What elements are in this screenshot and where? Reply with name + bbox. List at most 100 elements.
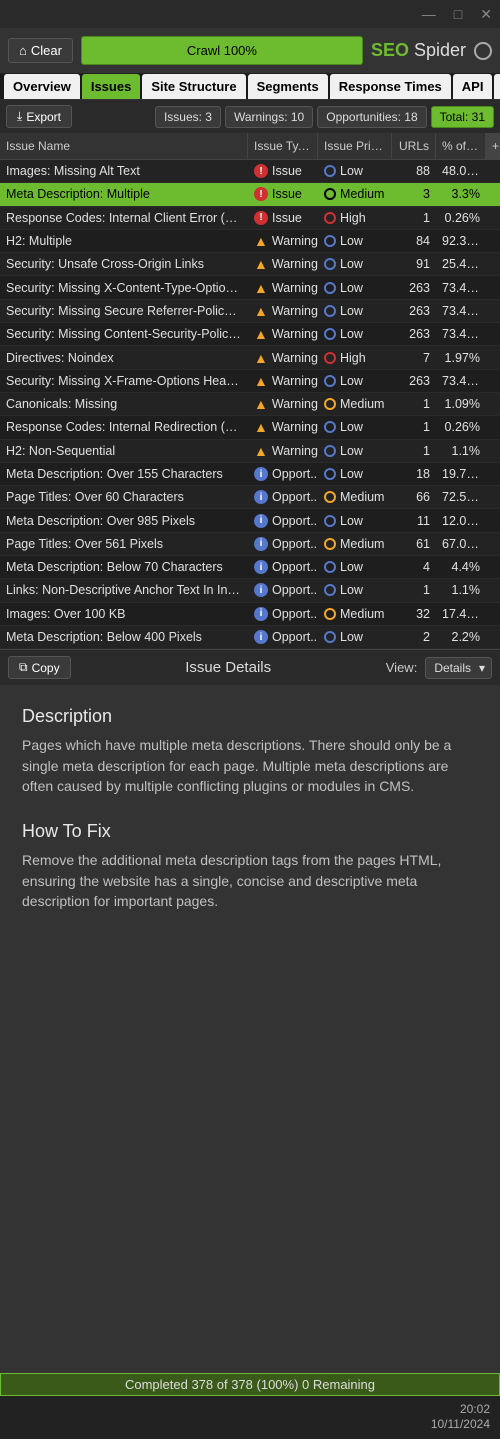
col-issue-priority[interactable]: Issue Prio... <box>318 133 392 159</box>
opportunity-icon: i <box>254 583 268 597</box>
copy-button[interactable]: ⧉ Copy <box>8 656 71 679</box>
table-row[interactable]: Security: Missing Content-Security-Polic… <box>0 323 500 346</box>
cell-priority: Medium <box>318 397 392 411</box>
table-row[interactable]: H2: Non-Sequential▲WarningLow11.1% <box>0 440 500 463</box>
issues-table: Issue Name Issue Ty... ▲ Issue Prio... U… <box>0 133 500 649</box>
howtofix-text: Remove the additional meta description t… <box>22 850 478 911</box>
cell-type: !Issue <box>248 164 318 178</box>
total-count-pill[interactable]: Total: 31 <box>431 106 494 128</box>
table-row[interactable]: Images: Missing Alt Text!IssueLow8848.09… <box>0 160 500 183</box>
tab-api[interactable]: API <box>453 74 493 99</box>
cell-type: !Issue <box>248 187 318 201</box>
opportunity-icon: i <box>254 560 268 574</box>
table-row[interactable]: Page Titles: Over 561 PixelsiOpport...Me… <box>0 533 500 556</box>
maximize-button[interactable]: □ <box>454 6 462 22</box>
cell-urls: 61 <box>392 537 436 551</box>
sync-icon[interactable] <box>474 42 492 60</box>
cell-type: iOpport... <box>248 514 318 528</box>
table-row[interactable]: Security: Unsafe Cross-Origin Links▲Warn… <box>0 253 500 276</box>
howtofix-heading: How To Fix <box>22 818 478 844</box>
clear-icon: ⌂ <box>19 43 27 58</box>
cell-percent: 92.31% <box>436 234 486 248</box>
close-button[interactable]: ✕ <box>480 6 492 23</box>
cell-type: ▲Warning <box>248 443 318 459</box>
opportunities-count-pill[interactable]: Opportunities: 18 <box>317 106 426 128</box>
cell-percent: 3.3% <box>436 187 486 201</box>
table-row[interactable]: Meta Description: Over 155 CharactersiOp… <box>0 463 500 486</box>
cell-priority: Low <box>318 234 392 248</box>
priority-icon <box>324 445 336 457</box>
table-row[interactable]: Response Codes: Internal Redirection (3x… <box>0 416 500 439</box>
cell-priority: Low <box>318 374 392 388</box>
cell-type: iOpport... <box>248 583 318 597</box>
cell-type: ▲Warning <box>248 350 318 366</box>
export-icon: ⤓ <box>17 109 22 124</box>
cell-type: iOpport... <box>248 490 318 504</box>
table-row[interactable]: Directives: Noindex▲WarningHigh71.97% <box>0 346 500 369</box>
clear-button[interactable]: ⌂ Clear <box>8 38 73 63</box>
priority-icon <box>324 165 336 177</box>
table-row[interactable]: Links: Non-Descriptive Anchor Text In In… <box>0 579 500 602</box>
opportunity-icon: i <box>254 630 268 644</box>
table-row[interactable]: Meta Description: Over 985 PixelsiOpport… <box>0 509 500 532</box>
cell-name: Response Codes: Internal Redirection (3x… <box>0 420 248 434</box>
cell-type: ▲Warning <box>248 326 318 342</box>
table-row[interactable]: Response Codes: Internal Client Error (4… <box>0 207 500 230</box>
table-row[interactable]: Meta Description: Below 400 PixelsiOppor… <box>0 626 500 649</box>
col-percent[interactable]: % of ... <box>436 133 486 159</box>
cell-name: H2: Multiple <box>0 234 248 248</box>
priority-icon <box>324 235 336 247</box>
cell-urls: 1 <box>392 397 436 411</box>
table-row[interactable]: Canonicals: Missing▲WarningMedium11.09% <box>0 393 500 416</box>
priority-icon <box>324 491 336 503</box>
table-row[interactable]: Images: Over 100 KBiOpport...Medium3217.… <box>0 603 500 626</box>
priority-icon <box>324 538 336 550</box>
crawl-button[interactable]: Crawl 100% <box>81 36 363 65</box>
tab-overview[interactable]: Overview <box>4 74 80 99</box>
view-select[interactable]: Details ▾ <box>425 657 492 679</box>
table-row[interactable]: Security: Missing X-Content-Type-Options… <box>0 276 500 299</box>
cell-percent: 67.03% <box>436 537 486 551</box>
chevron-down-icon: ▾ <box>479 661 485 675</box>
cell-percent: 48.09% <box>436 164 486 178</box>
priority-icon <box>324 375 336 387</box>
clear-label: Clear <box>31 43 62 58</box>
col-issue-name[interactable]: Issue Name <box>0 133 248 159</box>
cell-priority: Low <box>318 281 392 295</box>
warnings-count-pill[interactable]: Warnings: 10 <box>225 106 313 128</box>
cell-name: Page Titles: Over 561 Pixels <box>0 537 248 551</box>
cell-name: Response Codes: Internal Client Error (4… <box>0 211 248 225</box>
cell-type: ▲Warning <box>248 256 318 272</box>
table-row[interactable]: Meta Description: Multiple!IssueMedium33… <box>0 183 500 206</box>
priority-icon <box>324 398 336 410</box>
cell-priority: High <box>318 211 392 225</box>
cell-percent: 1.1% <box>436 583 486 597</box>
table-row[interactable]: H2: Multiple▲WarningLow8492.31% <box>0 230 500 253</box>
tab-site-structure[interactable]: Site Structure <box>142 74 245 99</box>
cell-name: Security: Missing X-Content-Type-Options… <box>0 281 248 295</box>
warning-icon: ▲ <box>254 233 268 249</box>
tab-issues[interactable]: Issues <box>82 74 140 99</box>
window-titlebar: — □ ✕ <box>0 0 500 28</box>
table-row[interactable]: Security: Missing Secure Referrer-Policy… <box>0 300 500 323</box>
minimize-button[interactable]: — <box>422 6 436 22</box>
cell-priority: Medium <box>318 490 392 504</box>
export-button[interactable]: ⤓ Export <box>6 105 72 128</box>
table-row[interactable]: Page Titles: Over 60 CharactersiOpport..… <box>0 486 500 509</box>
warning-icon: ▲ <box>254 373 268 389</box>
cell-priority: Low <box>318 560 392 574</box>
tab-spelling-g[interactable]: Spelling & G <box>494 74 500 99</box>
cell-name: Meta Description: Below 400 Pixels <box>0 630 248 644</box>
tab-response-times[interactable]: Response Times <box>330 74 451 99</box>
issues-count-pill[interactable]: Issues: 3 <box>155 106 221 128</box>
table-row[interactable]: Meta Description: Below 70 CharactersiOp… <box>0 556 500 579</box>
col-issue-type[interactable]: Issue Ty... ▲ <box>248 133 318 159</box>
cell-priority: Low <box>318 514 392 528</box>
warning-icon: ▲ <box>254 280 268 296</box>
cell-type: ▲Warning <box>248 233 318 249</box>
cell-urls: 1 <box>392 211 436 225</box>
add-column-button[interactable]: + <box>486 133 500 159</box>
col-urls[interactable]: URLs <box>392 133 436 159</box>
table-row[interactable]: Security: Missing X-Frame-Options Header… <box>0 370 500 393</box>
tab-segments[interactable]: Segments <box>248 74 328 99</box>
